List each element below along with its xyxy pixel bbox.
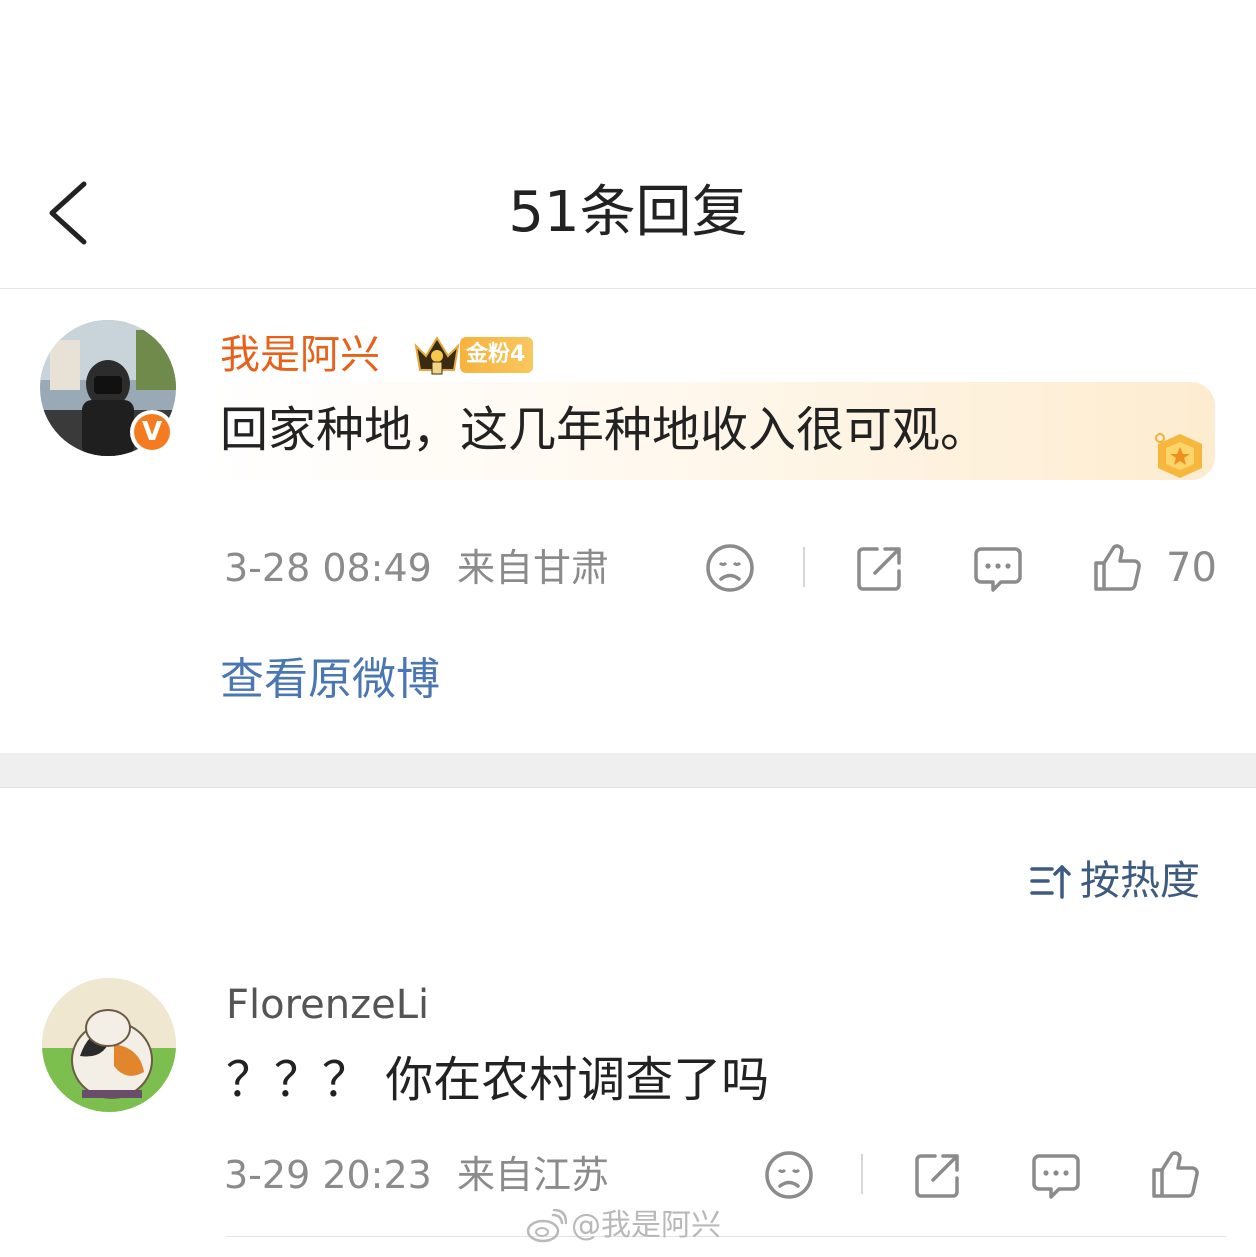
reply-location: 来自江苏 (457, 1153, 610, 1197)
sort-label: 按热度 (1080, 858, 1200, 904)
like-count: 70 (1166, 545, 1217, 591)
reply-like-button[interactable] (1148, 1148, 1202, 1202)
watermark-text: @我是阿兴 (571, 1208, 721, 1243)
comment-text: 回家种地，这几年种地收入很可观。 (220, 402, 989, 458)
share-icon (857, 547, 901, 591)
sad-face-icon (765, 1151, 813, 1199)
like-button[interactable] (1090, 541, 1144, 595)
sort-button[interactable]: 按热度 (1028, 855, 1200, 907)
reply-username[interactable]: FlorenzeLi (226, 978, 429, 1032)
divider (803, 547, 805, 587)
reply-dislike-button[interactable] (762, 1148, 816, 1202)
sort-icon (1030, 865, 1071, 899)
dislike-button[interactable] (703, 541, 757, 595)
verified-v-icon: V (134, 414, 170, 450)
section-separator (0, 753, 1256, 788)
comment-button[interactable] (971, 541, 1025, 595)
medal-icon (1146, 428, 1216, 480)
weibo-logo-icon (526, 1209, 567, 1243)
view-original-link[interactable]: 查看原微博 (220, 650, 440, 710)
sad-face-icon (706, 544, 754, 592)
comment-icon (974, 547, 1022, 592)
reply-share-button[interactable] (911, 1148, 965, 1202)
header-divider (0, 288, 1256, 289)
thumbs-up-icon (1094, 544, 1141, 591)
share-icon (915, 1154, 959, 1198)
username[interactable]: 我是阿兴 (220, 328, 380, 382)
page-title: 51条回复 (508, 180, 748, 245)
watermark: @我是阿兴 (525, 1204, 721, 1248)
share-button[interactable] (853, 541, 907, 595)
reply-comment-button[interactable] (1029, 1148, 1083, 1202)
comment-location: 来自甘肃 (457, 546, 610, 590)
comment-time: 3-28 08:49 (224, 546, 432, 590)
reply-avatar[interactable] (42, 978, 176, 1112)
divider (226, 1236, 1226, 1237)
fan-level-badge: 金粉4 (460, 337, 534, 373)
reply-time: 3-29 20:23 (224, 1153, 432, 1197)
comment-icon (1032, 1154, 1080, 1199)
reply-text: ？？？ 你在农村调查了吗 (226, 1052, 770, 1108)
thumbs-up-icon (1152, 1151, 1199, 1198)
divider (861, 1154, 863, 1194)
verified-badge: V (130, 410, 174, 454)
crown-icon (412, 334, 462, 376)
